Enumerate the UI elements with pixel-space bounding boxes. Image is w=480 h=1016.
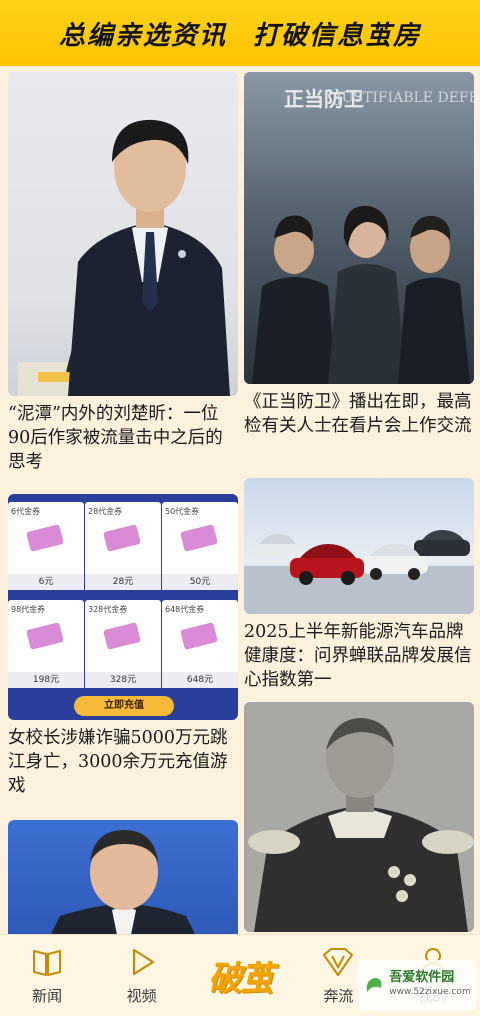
news-feed[interactable]: “泥潭”内外的刘楚昕：一位90后作家被流量击中之后的思考 正当防卫 JUSTIF… [0,66,480,934]
tile-label: 648代金券 [165,605,205,614]
voucher-icon [180,622,218,650]
portrait-photo [244,702,474,932]
news-card[interactable] [8,820,238,934]
recharge-button: 立即充值 [74,696,174,716]
news-card[interactable]: 6代金券 6元 28代金券 28元 50代金券 50元 98代金券 198元 3… [8,494,238,798]
poster-title-en: JUSTIFIABLE DEFENSE [334,90,474,106]
tile-price: 198元 [8,672,84,688]
bottom-nav: 新闻 视频 破茧 奔流 我的 吾爱软件园 www.52zixue.com [0,934,480,1016]
voucher-icon [180,524,218,552]
site-watermark: 吾爱软件园 www.52zixue.com [358,960,476,1010]
pojian-logo: 破茧 [207,959,274,999]
tile-price: 328元 [85,672,161,688]
recharge-tile: 28代金券 28元 [85,502,161,590]
news-title[interactable]: “泥潭”内外的刘楚昕：一位90后作家被流量击中之后的思考 [8,402,238,474]
recharge-grid: 6代金券 6元 28代金券 28元 50代金券 50元 98代金券 198元 3… [8,494,238,690]
news-title[interactable]: 女校长涉嫌诈骗5000万元跳江身亡，3000余万元充值游戏 [8,726,238,798]
recharge-tile: 6代金券 6元 [8,502,84,590]
tile-price: 648元 [162,672,238,688]
nav-item-pojian[interactable]: 破茧 [196,951,284,1000]
voucher-icon [103,524,141,552]
news-thumbnail[interactable] [8,72,238,396]
voucher-icon [103,622,141,650]
voucher-icon [26,524,64,552]
tile-label: 28代金券 [88,507,123,516]
cars-photo [244,530,474,614]
banner-slogan-left: 总编亲选资讯 [58,20,227,51]
news-thumbnail[interactable] [8,820,238,934]
nav-item-news[interactable]: 新闻 [7,945,87,1006]
tile-label: 50代金券 [165,507,200,516]
news-thumbnail[interactable] [244,702,474,932]
drama-poster: 正当防卫 JUSTIFIABLE DEFENSE [244,72,474,384]
nav-label: 新闻 [32,987,63,1005]
nav-item-video[interactable]: 视频 [102,945,182,1006]
news-card[interactable] [244,702,474,934]
banner-slogan-right: 打破信息茧房 [253,20,422,51]
tile-price: 28元 [85,574,161,590]
news-thumbnail[interactable]: 6代金券 6元 28代金券 28元 50代金券 50元 98代金券 198元 3… [8,494,238,720]
news-thumbnail[interactable]: 正当防卫 JUSTIFIABLE DEFENSE [244,72,474,384]
tile-label: 328代金券 [88,605,128,614]
news-title[interactable]: 《正当防卫》播出在即，最高检有关人士在看片会上作交流 [244,390,474,438]
news-title[interactable]: 2025上半年新能源汽车品牌健康度：问界蝉联品牌发展信心指数第一 [244,620,474,692]
speaker-photo [18,119,230,396]
tile-price: 6元 [8,574,84,590]
tile-label: 98代金券 [11,605,46,614]
watermark-logo-icon [366,978,382,992]
recharge-tile: 328代金券 328元 [85,600,161,688]
book-icon [33,950,62,976]
news-card[interactable]: 2025上半年新能源汽车品牌健康度：问界蝉联品牌发展信心指数第一 [244,478,474,692]
watermark-url: www.52zixue.com [389,987,471,997]
recharge-tile: 50代金券 50元 [162,502,238,590]
nav-label: 奔流 [323,987,354,1005]
tile-price: 50元 [162,574,238,590]
play-icon [132,948,154,976]
v-gem-icon [323,948,354,976]
official-portrait [51,830,195,934]
recharge-tile: 98代金券 198元 [8,600,84,688]
recharge-tile: 648代金券 648元 [162,600,238,688]
news-card[interactable]: “泥潭”内外的刘楚昕：一位90后作家被流量击中之后的思考 [8,72,238,474]
tile-label: 6代金券 [11,507,41,516]
header-banner: 总编亲选资讯 打破信息茧房 [0,0,480,66]
news-card[interactable]: 正当防卫 JUSTIFIABLE DEFENSE 《正当防卫》播出在即，最高检有… [244,72,474,438]
news-thumbnail[interactable] [244,478,474,614]
watermark-name: 吾爱软件园 [389,970,455,985]
voucher-icon [26,622,64,650]
nav-label: 视频 [126,987,157,1005]
banner-slogan: 总编亲选资讯 打破信息茧房 [59,15,421,52]
